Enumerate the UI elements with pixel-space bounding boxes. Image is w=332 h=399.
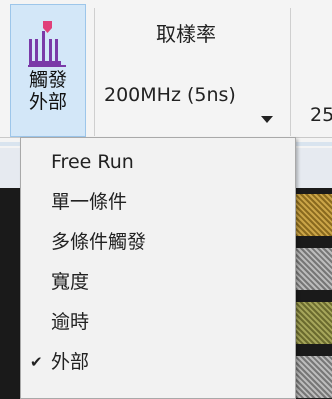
menu-item-external[interactable]: ✔ 外部 (21, 342, 295, 382)
menu-item-free-run[interactable]: Free Run (21, 142, 295, 182)
menu-item-multi-condition[interactable]: 多條件觸發 (21, 222, 295, 262)
menu-item-width[interactable]: 寬度 (21, 262, 295, 302)
toolbar-separator (290, 8, 291, 136)
trigger-mode-button[interactable]: 觸發 外部 (10, 4, 86, 137)
next-toolbar-value: 25 (310, 104, 332, 126)
chevron-down-icon[interactable] (261, 116, 273, 123)
sample-rate-title: 取樣率 (156, 22, 216, 46)
menu-item-label: 多條件觸發 (51, 231, 147, 253)
checkmark-icon: ✔ (30, 353, 43, 371)
sample-rate-value: 200MHz (5ns) (104, 84, 236, 106)
menu-item-label: Free Run (51, 151, 134, 173)
trigger-mode-label: 觸發 外部 (28, 69, 67, 113)
menu-item-label: 逾時 (51, 311, 90, 333)
toolbar-separator (94, 8, 95, 136)
waveform-trace (296, 248, 332, 290)
toolbar-ribbon: 觸發 外部 取樣率 200MHz (5ns) 25 (0, 0, 332, 150)
waveform-trace (296, 356, 332, 398)
waveform-trace (296, 302, 332, 344)
waveform-trace (296, 194, 332, 236)
menu-item-label: 外部 (51, 351, 90, 373)
menu-item-timeout[interactable]: 逾時 (21, 302, 295, 342)
menu-item-label: 寬度 (51, 271, 90, 293)
menu-item-single-condition[interactable]: 單一條件 (21, 182, 295, 222)
sample-rate-select[interactable]: 200MHz (5ns) (104, 84, 284, 128)
trigger-mode-menu: Free Run 單一條件 多條件觸發 寬度 逾時 ✔ 外部 (20, 137, 296, 399)
trigger-pulse-icon (28, 21, 66, 67)
menu-item-label: 單一條件 (51, 191, 128, 213)
